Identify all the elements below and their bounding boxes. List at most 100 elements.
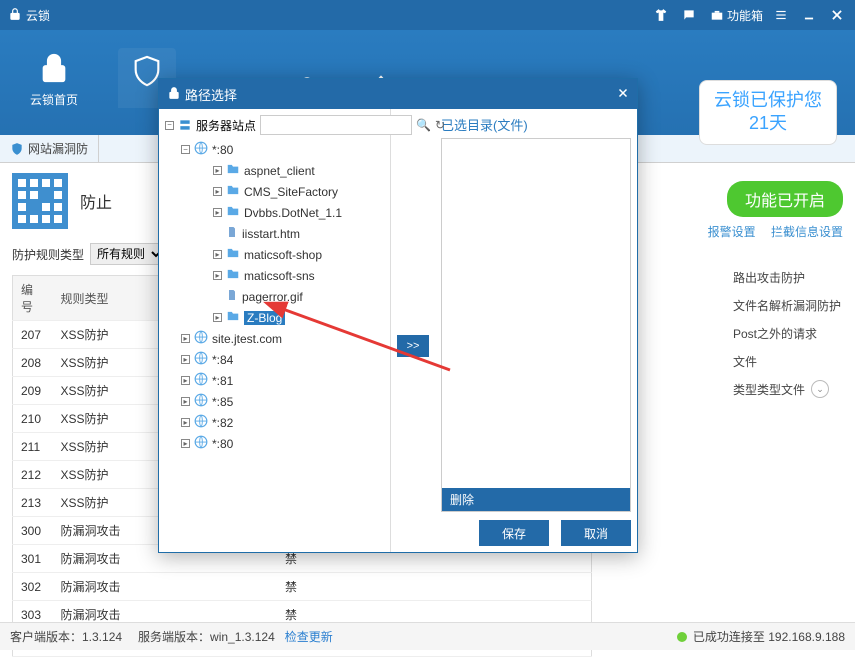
cancel-button[interactable]: 取消 [561, 520, 631, 546]
alert-settings-link[interactable]: 报警设置 [708, 225, 756, 239]
filter-label: 防护规则类型 [12, 246, 84, 263]
lock-icon [167, 86, 181, 103]
chevron-down-icon[interactable]: ⌄ [811, 380, 829, 398]
remove-button[interactable]: 删除 [442, 488, 630, 511]
tree-node[interactable]: ▸*:80 [165, 433, 384, 454]
selected-panel: 已选目录(文件) 删除 保存 取消 [435, 109, 637, 552]
globe-icon [194, 414, 208, 431]
toggle-icon[interactable] [213, 229, 222, 238]
tree-label: aspnet_client [244, 164, 315, 178]
server-icon [178, 118, 192, 132]
block-settings-link[interactable]: 拦截信息设置 [771, 225, 843, 239]
tree-label: *:84 [212, 353, 233, 367]
tree-label: maticsoft-sns [244, 269, 315, 283]
cell: 禁 [277, 573, 592, 601]
toolbox-icon[interactable] [707, 5, 727, 25]
selected-list[interactable]: 删除 [441, 138, 631, 512]
globe-icon [194, 330, 208, 347]
toggle-icon[interactable]: ▸ [213, 271, 222, 280]
toggle-icon[interactable]: ▸ [181, 418, 190, 427]
globe-icon [194, 393, 208, 410]
lock-icon [8, 7, 22, 24]
right-option[interactable]: 文件名解析漏洞防护 [733, 291, 841, 319]
folder-icon [226, 267, 240, 284]
titlebar: 云锁 功能箱 [0, 0, 855, 30]
modal-header: 路径选择 [159, 79, 637, 109]
connection-status: 已成功连接至 192.168.9.188 [693, 628, 845, 645]
right-option[interactable]: 路出攻击防护 [733, 263, 841, 291]
folder-icon [226, 204, 240, 221]
tree-label: maticsoft-shop [244, 248, 322, 262]
menu-icon[interactable] [771, 5, 791, 25]
chat-icon[interactable] [679, 5, 699, 25]
client-version: 客户端版本：1.3.124 [10, 628, 122, 645]
toggle-icon[interactable]: ▸ [181, 376, 190, 385]
tree-label: CMS_SiteFactory [244, 185, 338, 199]
tree-node[interactable]: ▸*:82 [165, 412, 384, 433]
tree-node[interactable]: ▸ *:84 [165, 349, 384, 370]
toggle-icon[interactable]: ▸ [181, 334, 190, 343]
tree-node[interactable]: ▸site.jtest.com [165, 328, 384, 349]
tree-node[interactable]: ▸ CMS_SiteFactory [165, 181, 384, 202]
settings-links: 报警设置 拦截信息设置 [696, 223, 843, 240]
tree-search-input[interactable] [260, 115, 412, 135]
check-update-link[interactable]: 检查更新 [285, 628, 333, 645]
modal-close-button[interactable] [617, 87, 629, 102]
th-id[interactable]: 编号 [13, 276, 53, 321]
toggle-icon[interactable]: − [181, 145, 190, 154]
table-row[interactable]: 302防漏洞攻击禁 [13, 573, 592, 601]
folder-icon [226, 309, 240, 326]
tree-node[interactable]: ▸ maticsoft-sns [165, 265, 384, 286]
app-title: 云锁 [26, 7, 50, 24]
tree-label: Z-Blog [244, 311, 285, 325]
tree-panel: − 服务器站点 🔍 ↻ −*:80▸aspnet_client▸CMS_Site… [159, 109, 391, 552]
toggle-icon[interactable]: ▸ [213, 313, 222, 322]
right-option[interactable]: 文件 [733, 347, 841, 375]
cell: 208 [13, 349, 53, 377]
tree-label: pagerror.gif [242, 290, 303, 304]
selected-title: 已选目录(文件) [441, 115, 631, 134]
minimize-button[interactable] [799, 5, 819, 25]
toggle-icon[interactable]: − [165, 121, 174, 130]
toggle-icon[interactable]: ▸ [213, 166, 222, 175]
funcbox-label[interactable]: 功能箱 [727, 7, 763, 24]
toggle-icon[interactable] [213, 292, 222, 301]
globe-icon [194, 141, 208, 158]
refresh-icon[interactable]: ↻ [435, 117, 445, 133]
tree-node[interactable]: pagerror.gif [165, 286, 384, 307]
nav-home[interactable]: 云锁首页 [30, 51, 78, 108]
path-select-modal: 路径选择 − 服务器站点 🔍 ↻ −*:80 ▸ aspnet_client ▸ CMS… [158, 78, 638, 553]
tree-node[interactable]: ▸Dvbbs.DotNet_1.1 [165, 202, 384, 223]
right-option[interactable]: 类型类型文件⌄ [733, 375, 841, 403]
save-button[interactable]: 保存 [479, 520, 549, 546]
right-option[interactable]: Post之外的请求 [733, 319, 841, 347]
tree-node[interactable]: −*:80 [165, 139, 384, 160]
protection-badge: 云锁已保护您 21天 [699, 80, 837, 145]
status-pill[interactable]: 功能已开启 [727, 181, 843, 217]
toggle-icon[interactable]: ▸ [181, 439, 190, 448]
filter-select[interactable]: 所有规则 [90, 243, 165, 265]
tree-node[interactable]: ▸ aspnet_client [165, 160, 384, 181]
transfer-column: >> [391, 109, 435, 552]
toggle-icon[interactable]: ▸ [213, 187, 222, 196]
cell: 300 [13, 517, 53, 545]
cell: 213 [13, 489, 53, 517]
tree-node[interactable]: ▸ maticsoft-shop [165, 244, 384, 265]
tree-node[interactable]: iisstart.htm [165, 223, 384, 244]
toggle-icon[interactable]: ▸ [213, 208, 222, 217]
toggle-icon[interactable]: ▸ [181, 355, 190, 364]
tree-root-label[interactable]: 服务器站点 [196, 117, 256, 134]
subtab-vulner[interactable]: 网站漏洞防 [0, 135, 99, 162]
add-arrow-button[interactable]: >> [397, 335, 429, 357]
pattern-icon [12, 173, 68, 229]
shirt-icon[interactable] [651, 5, 671, 25]
tree-node[interactable]: ▸ Z-Blog [165, 307, 384, 328]
toggle-icon[interactable]: ▸ [181, 397, 190, 406]
cell: 211 [13, 433, 53, 461]
tree-node[interactable]: ▸*:85 [165, 391, 384, 412]
close-button[interactable] [827, 5, 847, 25]
cell: 212 [13, 461, 53, 489]
tree-node[interactable]: ▸*:81 [165, 370, 384, 391]
toggle-icon[interactable]: ▸ [213, 250, 222, 259]
search-icon[interactable]: 🔍 [416, 117, 431, 133]
